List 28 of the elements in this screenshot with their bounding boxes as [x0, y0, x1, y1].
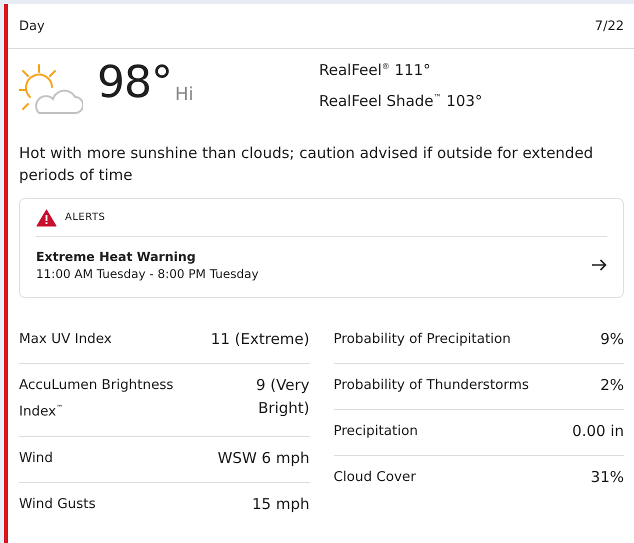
detail-value: WSW 6 mph	[218, 448, 310, 468]
detail-value: 31%	[590, 467, 624, 488]
detail-label: Wind Gusts	[19, 494, 96, 514]
detail-label: Probability of Thunderstorms	[334, 376, 529, 395]
period-title: Day	[19, 18, 45, 34]
arrow-right-icon[interactable]	[592, 259, 607, 271]
warning-icon	[36, 208, 57, 226]
detail-label: AccuLumen Brightness Index$^{™}$	[19, 376, 174, 422]
detail-label: Wind	[19, 448, 53, 468]
detail-label: Cloud Cover	[334, 468, 416, 487]
detail-value: 2%	[600, 375, 624, 396]
detail-value: 9%	[600, 329, 624, 350]
alerts-heading: ALERTS	[65, 212, 106, 223]
realfeel-shade-text: RealFeel Shade$^{™}$ 103°	[319, 92, 482, 110]
detail-label: Max UV Index	[19, 330, 112, 349]
detail-value: 9 (Very Bright)	[254, 375, 310, 419]
alert-title[interactable]: Extreme Heat Warning	[36, 249, 259, 264]
detail-value: 0.00 in	[572, 421, 624, 442]
weather-phrase: Hot with more sunshine than clouds; caution advised if outside for extended periods of time	[19, 143, 594, 186]
realfeel-text: RealFeel$^{®}$ 111°	[319, 61, 432, 79]
hi-label: Hi	[175, 84, 194, 105]
detail-value: 11 (Extreme)	[210, 329, 310, 350]
detail-label: Precipitation	[334, 422, 418, 441]
detail-label: Probability of Precipitation	[334, 330, 511, 349]
detail-value: 15 mph	[252, 494, 310, 514]
temperature: 98°	[97, 61, 172, 105]
date-text: 7/22	[594, 18, 624, 34]
alert-time: 11:00 AM Tuesday - 8:00 PM Tuesday	[36, 267, 259, 281]
